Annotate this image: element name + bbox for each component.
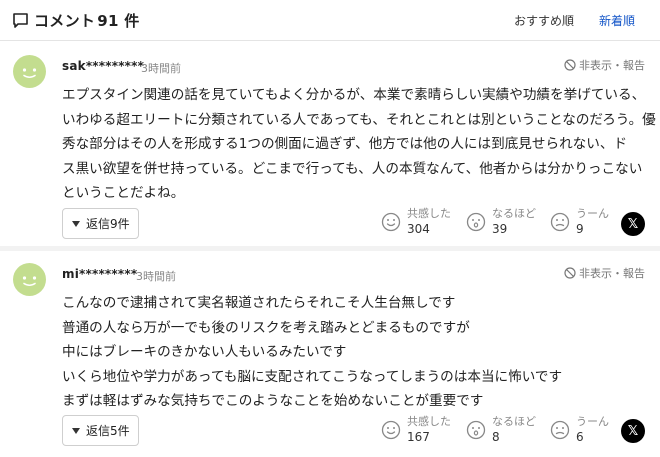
x-share-icon[interactable]: 𝕏: [621, 419, 645, 443]
comment-line: いくら地位や学力があっても脳に支配されてこうなってしまうのは本当に怖いです: [62, 368, 563, 385]
hide-report-link[interactable]: 非表示・報告: [564, 57, 645, 73]
avatar-icon[interactable]: [13, 55, 46, 88]
comment-line: ということだよね。: [62, 185, 185, 201]
replies-label: 返信5件: [86, 424, 130, 438]
smile-face-icon: [381, 420, 401, 440]
comment-line: 秀な部分はその人を形成する1つの側面に過ぎず、他方では他の人には到底見せられない…: [62, 136, 628, 152]
comment-line: ス黒い欲望を併せ持っている。どこまで行っても、人の本質なんて、他者からは分かりっ…: [62, 160, 643, 177]
comment-bubble-icon: [13, 13, 28, 28]
caret-down-icon: [72, 427, 80, 434]
comment-username[interactable]: mi*********: [62, 267, 137, 281]
hide-report-label: 非表示・報告: [579, 59, 645, 72]
sort-recommended-link[interactable]: おすすめ順: [514, 12, 574, 29]
replies-toggle-button[interactable]: 返信9件: [62, 208, 139, 239]
reaction-naruhodo-count: 8: [492, 430, 500, 444]
x-share-icon[interactable]: 𝕏: [621, 212, 645, 236]
comment-timestamp: 3時間前: [136, 270, 176, 283]
comment-timestamp: 3時間前: [141, 62, 181, 75]
comment-body: エプスタイン関連の話を見ていてもよく分かるが、本業で素晴らしい実績や功績を挙げて…: [62, 83, 656, 206]
thinking-face-icon: [550, 212, 570, 232]
hide-report-label: 非表示・報告: [579, 267, 645, 280]
reaction-agree-count: 167: [407, 430, 430, 444]
reaction-uun-count: 6: [576, 430, 584, 444]
comments-title: コメント 91 件: [34, 12, 140, 30]
reaction-uun-label: うーん: [576, 207, 609, 220]
reaction-naruhodo-button[interactable]: なるほど 39: [466, 207, 536, 238]
comment-count: 91: [97, 12, 119, 30]
reaction-uun-count: 9: [576, 222, 584, 236]
comment-line: 中にはブレーキのきかない人もいるみたいです: [62, 344, 347, 360]
reaction-uun-button[interactable]: うーん 6: [550, 415, 609, 446]
block-icon: [564, 267, 576, 279]
comment-body: こんなので逮捕されて実名報道されたらそれこそ人生台無しです 普通の人なら万が一で…: [62, 291, 647, 414]
comment-line: こんなので逮捕されて実名報道されたらそれこそ人生台無しです: [62, 295, 456, 311]
hide-report-link[interactable]: 非表示・報告: [564, 265, 645, 281]
reaction-agree-label: 共感した: [407, 415, 451, 428]
surprised-face-icon: [466, 212, 486, 232]
smile-face-icon: [381, 212, 401, 232]
reaction-agree-label: 共感した: [407, 207, 451, 220]
comment-line: 普通の人なら万が一でも後のリスクを考え踏みとどまるものですが: [62, 319, 470, 336]
surprised-face-icon: [466, 420, 486, 440]
reaction-naruhodo-button[interactable]: なるほど 8: [466, 415, 536, 446]
reaction-naruhodo-count: 39: [492, 222, 508, 236]
block-icon: [564, 59, 576, 71]
reaction-uun-button[interactable]: うーん 9: [550, 207, 609, 238]
replies-toggle-button[interactable]: 返信5件: [62, 415, 139, 446]
comments-title-group: コメント 91 件: [12, 10, 140, 31]
comment-item: sak********* 3時間前 非表示・報告 エプスタイン関連の話を見ていて…: [0, 41, 660, 246]
avatar-icon[interactable]: [13, 263, 46, 296]
reaction-agree-button[interactable]: 共感した 304: [381, 207, 451, 238]
reaction-naruhodo-label: なるほど: [492, 207, 536, 220]
thinking-face-icon: [550, 420, 570, 440]
comment-username[interactable]: sak*********: [62, 59, 144, 73]
comment-line: エプスタイン関連の話を見ていてもよく分かるが、本業で素晴らしい実績や功績を挙げて…: [62, 87, 646, 103]
comment-item: mi********* 3時間前 非表示・報告 こんなので逮捕されて実名報道され…: [0, 251, 660, 457]
reaction-agree-count: 304: [407, 222, 430, 236]
comments-header: コメント 91 件 おすすめ順 新着順: [0, 0, 660, 38]
reaction-agree-button[interactable]: 共感した 167: [381, 415, 451, 446]
reaction-naruhodo-label: なるほど: [492, 415, 536, 428]
sort-newest-link[interactable]: 新着順: [599, 12, 635, 29]
reaction-uun-label: うーん: [576, 415, 609, 428]
comment-line: いわゆる超エリートに分類されている人であっても、それとこれとは別ということなのだ…: [62, 111, 656, 128]
comment-line: まずは軽はずみな気持ちでこのようなことを始めないことが重要です: [62, 393, 484, 409]
replies-label: 返信9件: [86, 217, 130, 231]
caret-down-icon: [72, 220, 80, 227]
